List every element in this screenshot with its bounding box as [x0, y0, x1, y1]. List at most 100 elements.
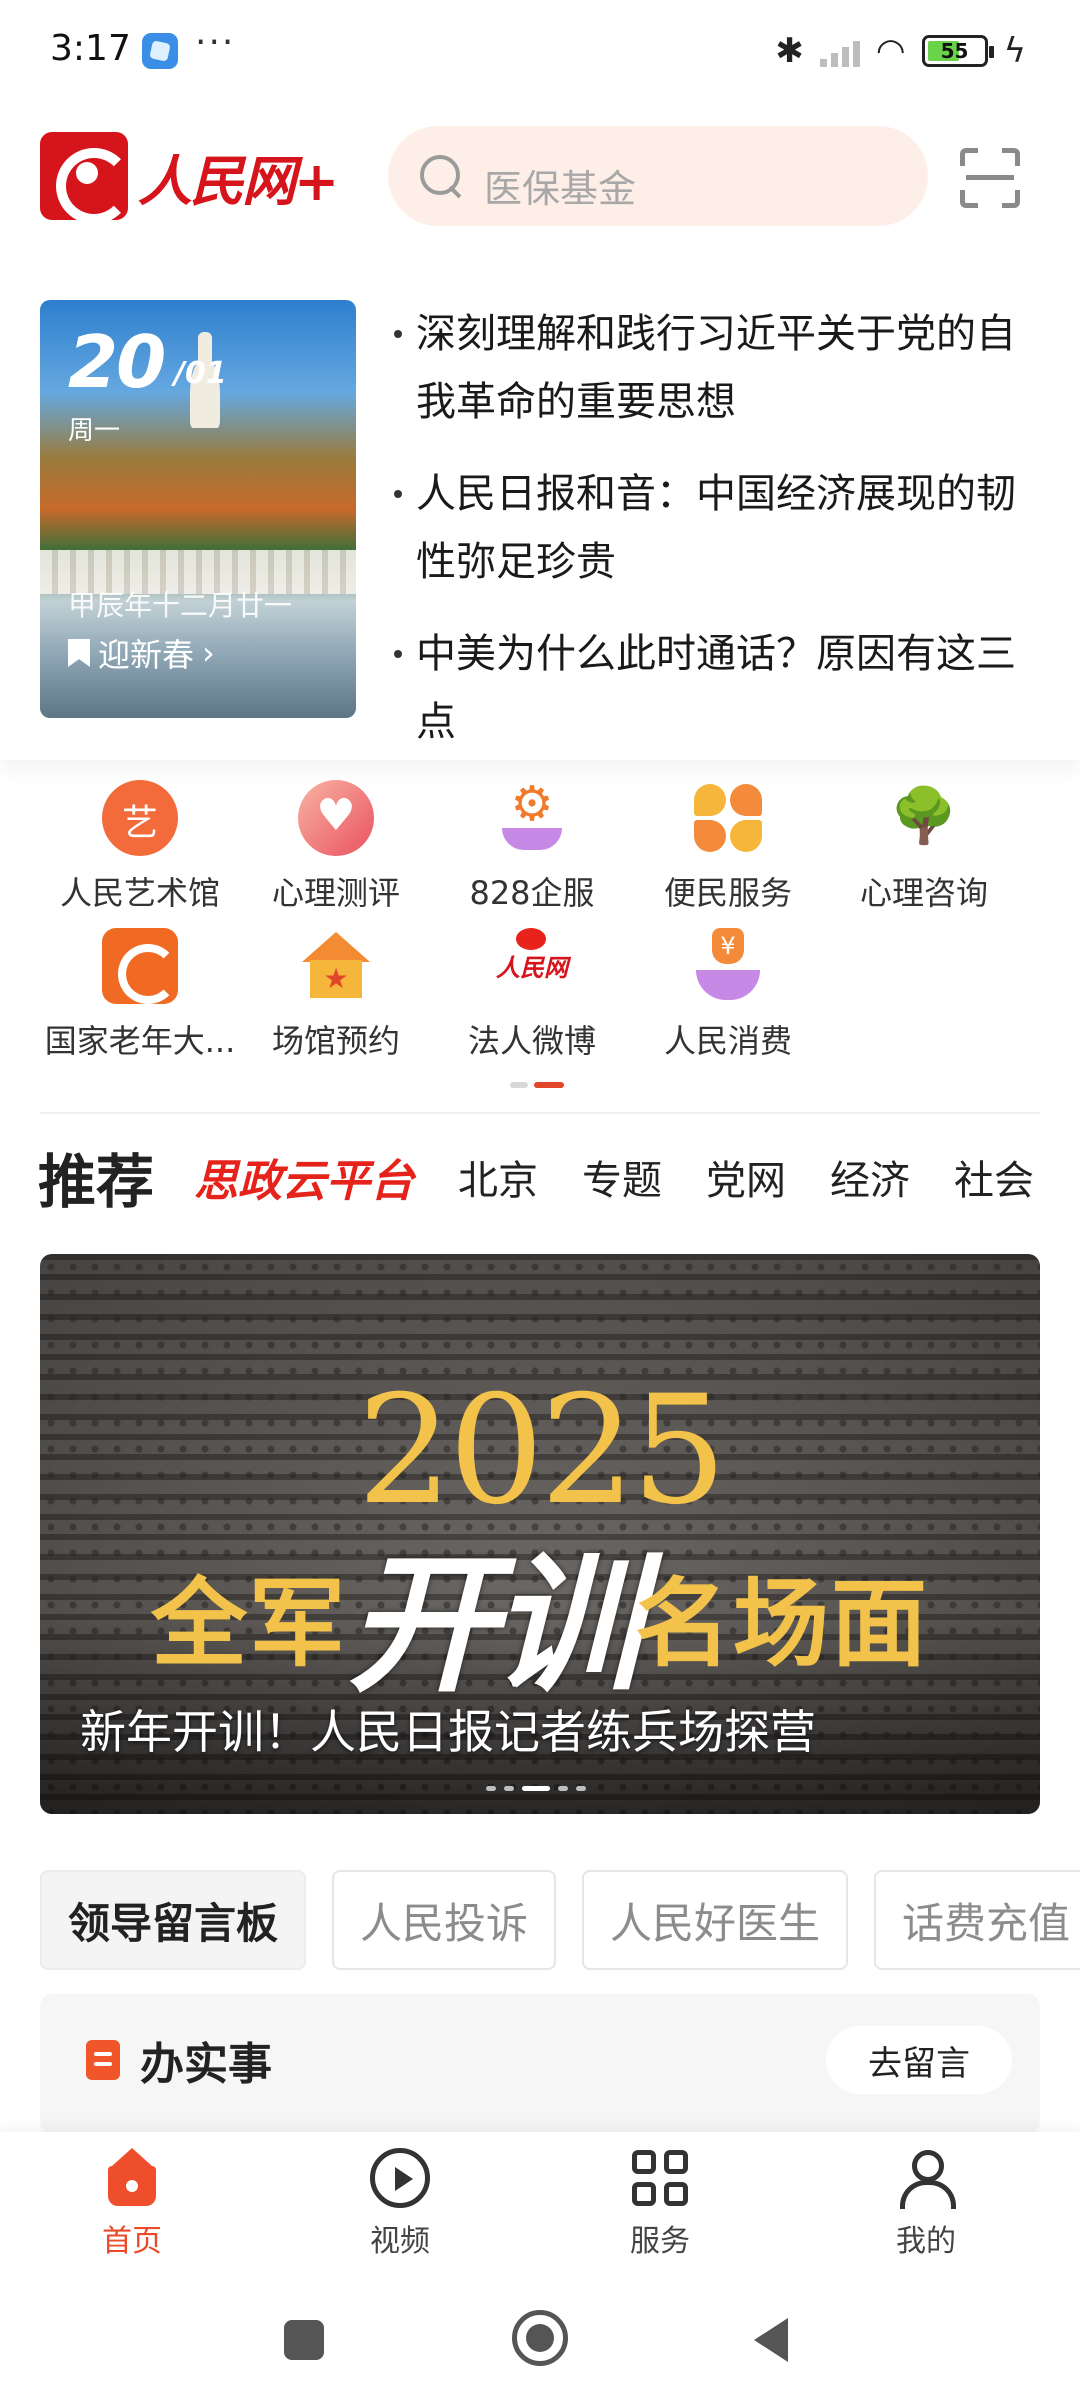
practical-work-title: 办实事	[140, 2039, 272, 2090]
nav-home[interactable]: 首页	[42, 2148, 222, 2260]
recent-apps-icon[interactable]	[284, 2320, 324, 2360]
banner-caption: 新年开训！人民日报记者练兵场探营	[80, 1705, 816, 1759]
grid-label: 法人微博	[467, 1022, 596, 1060]
pill-complaint[interactable]: 人民投诉	[332, 1870, 557, 1970]
nav-services[interactable]: 服务	[570, 2148, 750, 2260]
people-weibo-icon	[488, 928, 576, 1004]
banner-slogan: 全军开训名场面	[40, 1504, 1040, 1721]
calendar-day: 20	[68, 320, 166, 404]
battery-level: 55	[940, 39, 969, 63]
headline-item[interactable]: 人民日报和音：中国经济展现的韧性弥足珍贵	[388, 460, 1038, 596]
nav-video[interactable]: 视频	[310, 2148, 490, 2260]
grid-item-art-gallery[interactable]: 人民艺术馆	[40, 780, 240, 914]
headline-item[interactable]: 深刻理解和践行习近平关于党的自我革命的重要思想	[388, 300, 1038, 436]
tree-icon	[886, 780, 962, 856]
app-notification-icon	[142, 33, 178, 69]
system-nav-bar	[0, 2282, 1080, 2400]
grid-item-elder-university[interactable]: 国家老年大...	[40, 928, 240, 1062]
system-home-icon[interactable]	[512, 2310, 568, 2366]
grid-label: 心理测评	[271, 874, 400, 912]
search-icon	[418, 153, 464, 199]
search-placeholder: 医保基金	[484, 166, 637, 211]
grid-item-weibo[interactable]: 法人微博	[432, 928, 632, 1062]
battery-icon: 55	[921, 35, 994, 67]
status-icons: ✱ ◠ 55 ϟ	[775, 26, 1026, 76]
wifi-icon: ◠	[875, 31, 906, 71]
home-icon	[102, 2148, 162, 2208]
tab-recommend[interactable]: 推荐	[38, 1135, 154, 1219]
tab-topics[interactable]: 专题	[582, 1148, 662, 1206]
grid-item-psych-consult[interactable]: 心理咨询	[824, 780, 1024, 914]
people-logo-icon	[40, 132, 128, 220]
calendar-month: /01	[174, 356, 227, 391]
tab-society[interactable]: 社会	[954, 1148, 1034, 1206]
tab-sizheng-cloud[interactable]: 思政云平台	[180, 1139, 414, 1209]
more-notifications-icon: ···	[195, 22, 236, 63]
banner-slogan-left: 全军	[150, 1568, 347, 1680]
grid-item-828[interactable]: 828企服	[432, 776, 632, 914]
spring-festival-label: 迎新春	[98, 636, 195, 674]
tab-beijing[interactable]: 北京	[458, 1148, 538, 1206]
bluetooth-icon: ✱	[775, 31, 804, 71]
pill-leader-board[interactable]: 领导留言板	[40, 1870, 307, 1970]
app-header: 人民网+ 医保基金	[0, 120, 1080, 240]
grid-label: 心理咨询	[859, 874, 988, 912]
user-icon	[896, 2148, 956, 2209]
service-pill-tabs: 领导留言板 人民投诉 人民好医生 话费充值	[40, 1870, 1080, 1970]
play-icon	[370, 2148, 430, 2208]
art-gallery-icon	[102, 780, 178, 856]
gear-hand-icon	[494, 776, 570, 856]
elder-university-icon	[102, 928, 178, 1004]
headline-card: 20 /01 周一 甲辰年十二月廿一 迎新春 › 深刻理解和践行习近平关于党的自…	[0, 280, 1080, 760]
grid-label: 人民艺术馆	[59, 874, 220, 912]
banner-slogan-mid: 开训	[346, 1539, 641, 1713]
channel-tabs: 推荐 思政云平台 北京 专题 党网 经济 社会	[38, 1132, 1080, 1222]
nav-label: 首页	[102, 2224, 162, 2259]
banner-slogan-right: 名场面	[635, 1568, 929, 1680]
practical-work-card: 办实事 去留言	[40, 1994, 1040, 2134]
chevron-right-icon: ›	[202, 634, 215, 672]
document-icon	[86, 2040, 120, 2080]
grid-item-psych-test[interactable]: 心理测评	[236, 780, 436, 914]
app-logo[interactable]: 人民网+	[40, 132, 339, 220]
grid-item-convenience[interactable]: 便民服务	[628, 780, 828, 914]
banner-page-indicator	[486, 1786, 586, 1791]
calendar-weekday: 周一	[68, 416, 121, 446]
search-bar[interactable]: 医保基金	[388, 126, 928, 226]
grid-page-indicator	[510, 1082, 564, 1088]
nav-label: 我的	[896, 2224, 956, 2259]
bottom-nav: 首页 视频 服务 我的	[0, 2132, 1080, 2282]
nav-me[interactable]: 我的	[836, 2148, 1016, 2260]
consume-icon	[690, 928, 766, 1004]
bookmark-icon	[68, 639, 90, 667]
back-icon[interactable]	[754, 2318, 788, 2362]
grid-label: 场馆预约	[271, 1022, 400, 1060]
status-time: 3:17	[50, 28, 131, 69]
section-divider	[40, 1112, 1040, 1114]
grid-item-venue[interactable]: 场馆预约	[236, 928, 436, 1062]
grid-label: 人民消费	[663, 1022, 792, 1060]
heart-icon	[298, 780, 374, 856]
pill-good-doctor[interactable]: 人民好医生	[582, 1870, 849, 1970]
pill-phone-recharge[interactable]: 话费充值	[874, 1870, 1080, 1970]
grid-icon	[630, 2148, 690, 2208]
nav-label: 视频	[370, 2224, 430, 2259]
scan-icon[interactable]	[960, 148, 1020, 208]
calendar-card[interactable]: 20 /01 周一 甲辰年十二月廿一 迎新春 ›	[40, 300, 356, 718]
charging-icon: ϟ	[1003, 31, 1026, 71]
venue-icon	[298, 928, 374, 1004]
nav-label: 服务	[630, 2224, 690, 2259]
grid-item-consume[interactable]: 人民消费	[628, 928, 828, 1062]
tab-party[interactable]: 党网	[706, 1148, 786, 1206]
headline-list: 深刻理解和践行习近平关于党的自我革命的重要思想 人民日报和音：中国经济展现的韧性…	[388, 300, 1038, 780]
logo-text: 人民网+	[138, 148, 339, 213]
leave-message-button[interactable]: 去留言	[826, 2026, 1012, 2094]
grid-label: 便民服务	[663, 874, 792, 912]
spring-festival-link[interactable]: 迎新春 ›	[68, 630, 215, 676]
grid-label: 828企服	[469, 874, 595, 912]
headline-item[interactable]: 中美为什么此时通话？原因有这三点	[388, 620, 1038, 756]
featured-banner[interactable]: 2025 全军开训名场面 新年开训！人民日报记者练兵场探营	[40, 1254, 1040, 1814]
calendar-lunar-date: 甲辰年十二月廿一	[68, 589, 293, 622]
tab-economy[interactable]: 经济	[830, 1148, 910, 1206]
clover-icon	[690, 780, 766, 856]
